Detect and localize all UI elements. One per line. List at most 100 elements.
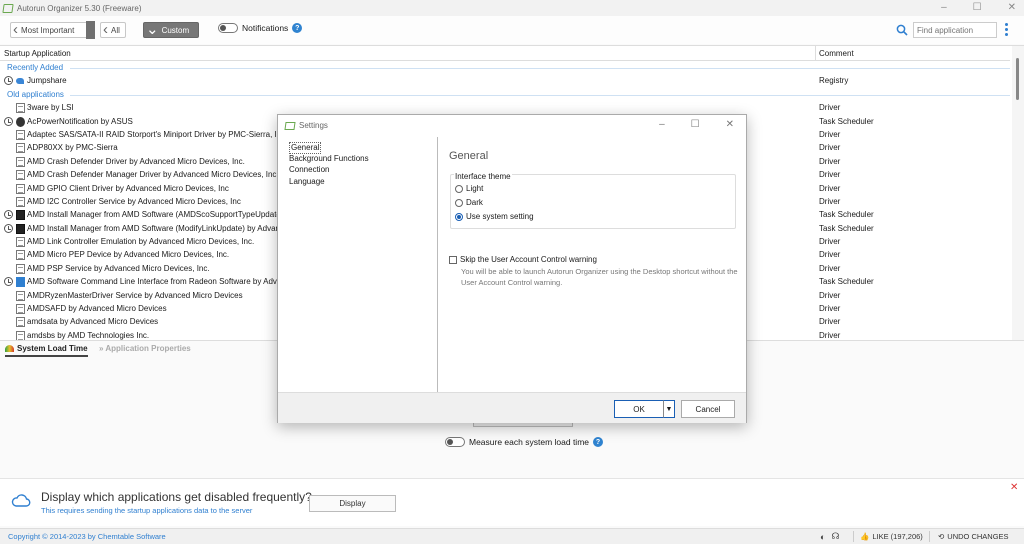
radeon-icon xyxy=(16,277,25,288)
app-comment: Driver xyxy=(819,103,841,113)
file-icon xyxy=(16,170,25,181)
app-comment: Driver xyxy=(819,237,841,247)
help-icon[interactable]: ? xyxy=(593,437,603,447)
minimize-button[interactable]: – xyxy=(941,2,947,13)
copyright-link[interactable]: Copyright © 2014-2023 by Chemtable Softw… xyxy=(8,532,166,541)
clock-icon xyxy=(4,116,13,126)
app-name: Jumpshare xyxy=(27,76,67,86)
tab-application-properties[interactable]: » Application Properties xyxy=(99,344,191,353)
ok-button[interactable]: OK xyxy=(614,400,664,418)
app-name: AMD Micro PEP Device by Advanced Micro D… xyxy=(27,250,230,260)
dialog-minimize-button[interactable]: – xyxy=(659,119,665,130)
file-icon xyxy=(16,143,25,154)
table-row[interactable]: Jumpshare Registry xyxy=(0,74,1010,87)
radio-button[interactable] xyxy=(455,184,463,193)
app-comment: Driver xyxy=(819,317,841,327)
nav-item-connection[interactable]: Connection xyxy=(289,165,437,177)
app-comment: Registry xyxy=(819,76,849,86)
ok-dropdown-arrow-icon[interactable]: ▼ xyxy=(663,400,675,418)
tab-label: Application Properties xyxy=(105,344,191,353)
app-comment: Driver xyxy=(819,129,841,139)
search-input[interactable] xyxy=(913,22,997,38)
crumb-label: Most Important xyxy=(21,25,75,35)
info-banner: Display which applications get disabled … xyxy=(0,478,1024,526)
file-icon xyxy=(16,103,25,114)
app-name: amdsbs by AMD Technologies Inc. xyxy=(27,330,150,340)
radio-label: Dark xyxy=(466,198,483,207)
measure-toggle[interactable] xyxy=(445,437,465,447)
tab-label: System Load Time xyxy=(17,344,88,353)
app-comment: Task Scheduler xyxy=(819,116,874,126)
section-heading: General xyxy=(449,150,489,162)
banner-close-icon[interactable]: ✕ xyxy=(1010,482,1018,493)
undo-label: UNDO CHANGES xyxy=(947,532,1009,541)
radio-button-selected[interactable] xyxy=(455,212,463,221)
table-row[interactable]: 3ware by LSI Driver xyxy=(0,101,1010,114)
crumb-label: Custom xyxy=(161,25,190,35)
undo-changes-button[interactable]: ⟲ UNDO CHANGES xyxy=(938,532,1009,541)
help-icon[interactable]: ? xyxy=(292,23,303,33)
more-menu-icon[interactable] xyxy=(1005,23,1008,36)
radio-button[interactable] xyxy=(455,198,463,207)
cancel-button[interactable]: Cancel xyxy=(681,400,735,418)
skip-uac-checkbox[interactable] xyxy=(449,256,457,264)
file-icon xyxy=(16,317,25,328)
measure-toggle-group: Measure each system load time ? xyxy=(445,437,603,447)
settings-dialog: Settings – ☐ ✕ General Background Functi… xyxy=(277,114,747,423)
maximize-button[interactable]: ☐ xyxy=(973,2,982,13)
column-divider[interactable] xyxy=(815,46,816,61)
skip-uac-option[interactable]: Skip the User Account Control warning xyxy=(449,255,597,264)
notifications-toggle[interactable] xyxy=(218,23,238,33)
toolbar: ‹ Most Important ‹ All ⌄ Custom Notifica… xyxy=(0,16,1024,44)
theme-option-light[interactable]: Light xyxy=(455,184,483,193)
app-name: AMDSAFD by Advanced Micro Devices xyxy=(27,304,167,314)
search-icon[interactable] xyxy=(896,24,908,36)
crumb-most-important[interactable]: ‹ Most Important xyxy=(10,22,94,38)
close-button[interactable]: ✕ xyxy=(1008,2,1016,13)
scrollbar-thumb[interactable] xyxy=(1016,58,1019,100)
theme-option-dark[interactable]: Dark xyxy=(455,198,483,207)
file-icon xyxy=(16,156,25,167)
support-icon[interactable]: ☊ xyxy=(831,531,839,542)
app-name: amdsata by Advanced Micro Devices xyxy=(27,317,159,327)
like-button[interactable]: 👍 LIKE (197,206) xyxy=(860,532,923,541)
app-name: AMD Install Manager from AMD Software (A… xyxy=(27,210,277,220)
display-button[interactable]: Display xyxy=(309,495,396,512)
app-name: Adaptec SAS/SATA-II RAID Storport's Mini… xyxy=(27,129,277,139)
file-icon xyxy=(16,290,25,301)
dialog-close-button[interactable]: ✕ xyxy=(726,119,734,130)
app-name: AMD GPIO Client Driver by Advanced Micro… xyxy=(27,183,229,193)
file-icon xyxy=(16,304,25,315)
settings-nav: General Background Functions Connection … xyxy=(289,142,437,392)
theme-option-system[interactable]: Use system setting xyxy=(455,212,534,221)
group-header-old[interactable]: Old applications xyxy=(0,88,1010,101)
group-header-recent[interactable]: Recently Added xyxy=(0,61,1010,74)
column-header-comment[interactable]: Comment xyxy=(819,49,854,58)
list-scrollbar[interactable] xyxy=(1012,46,1024,340)
crumb-custom[interactable]: ⌄ Custom xyxy=(143,22,199,38)
nav-item-general[interactable]: General xyxy=(289,142,322,154)
measure-label: Measure each system load time xyxy=(469,437,589,447)
file-icon xyxy=(16,129,25,140)
tab-system-load-time[interactable]: System Load Time xyxy=(5,344,88,357)
settings-content: General Interface theme Light Dark Use s… xyxy=(438,137,746,392)
file-icon xyxy=(16,250,25,261)
file-icon xyxy=(16,237,25,248)
chevron-left-icon: ‹ xyxy=(13,21,18,38)
column-header-name[interactable]: Startup Application xyxy=(4,49,71,58)
nav-item-background-functions[interactable]: Background Functions xyxy=(289,154,437,166)
dialog-maximize-button[interactable]: ☐ xyxy=(691,119,700,130)
banner-title: Display which applications get disabled … xyxy=(41,490,312,504)
group-label: Recently Added xyxy=(7,63,64,73)
file-icon xyxy=(16,330,25,340)
dialog-title: Settings xyxy=(299,121,328,130)
recent-rows: Jumpshare Registry xyxy=(0,74,1010,87)
theme-icon[interactable]: ◐ xyxy=(820,532,825,542)
crumb-all[interactable]: ‹ All xyxy=(100,22,126,38)
nav-item-language[interactable]: Language xyxy=(289,177,437,189)
file-icon xyxy=(16,183,25,194)
skip-uac-description: You will be able to launch Autorun Organ… xyxy=(461,267,738,287)
app-name: AMD Install Manager from AMD Software (M… xyxy=(27,223,277,233)
app-comment: Driver xyxy=(819,263,841,273)
app-logo-icon xyxy=(284,121,296,130)
